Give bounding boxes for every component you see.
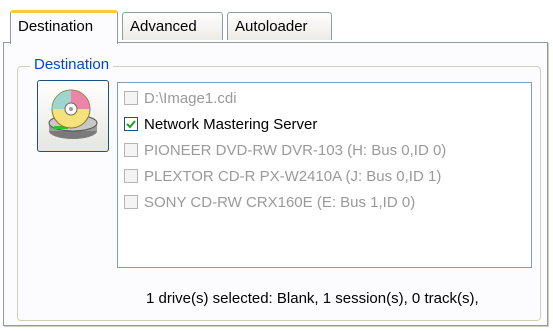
checkbox-checked[interactable] bbox=[124, 117, 138, 131]
checkbox[interactable] bbox=[124, 195, 138, 209]
checkbox[interactable] bbox=[124, 143, 138, 157]
destination-item-network-server[interactable]: Network Mastering Server bbox=[124, 114, 317, 134]
drive-select-button[interactable] bbox=[37, 80, 109, 152]
destination-item-image[interactable]: D:\Image1.cdi bbox=[124, 88, 237, 108]
checkmark-icon bbox=[126, 120, 136, 129]
disc-drive-icon bbox=[48, 89, 98, 139]
destination-label: PLEXTOR CD-R PX-W2410A (J: Bus 0,ID 1) bbox=[144, 167, 442, 185]
checkbox[interactable] bbox=[124, 169, 138, 183]
destination-label: D:\Image1.cdi bbox=[144, 89, 237, 107]
tab-destination[interactable]: Destination bbox=[10, 10, 118, 44]
destination-list[interactable]: D:\Image1.cdi Network Mastering Server P… bbox=[117, 82, 532, 268]
destination-item-pioneer[interactable]: PIONEER DVD-RW DVR-103 (H: Bus 0,ID 0) bbox=[124, 140, 446, 160]
tab-advanced[interactable]: Advanced bbox=[122, 12, 223, 40]
destination-item-sony[interactable]: SONY CD-RW CRX160E (E: Bus 1,ID 0) bbox=[124, 192, 415, 212]
tab-autoloader[interactable]: Autoloader bbox=[227, 12, 332, 40]
selection-status-text: 1 drive(s) selected: Blank, 1 session(s)… bbox=[146, 290, 479, 307]
destination-item-plextor[interactable]: PLEXTOR CD-R PX-W2410A (J: Bus 0,ID 1) bbox=[124, 166, 441, 186]
destination-label: Network Mastering Server bbox=[144, 115, 318, 133]
checkbox[interactable] bbox=[124, 91, 138, 105]
destination-label: PIONEER DVD-RW DVR-103 (H: Bus 0,ID 0) bbox=[144, 141, 447, 159]
destination-label: SONY CD-RW CRX160E (E: Bus 1,ID 0) bbox=[144, 193, 416, 211]
destination-group-legend: Destination bbox=[30, 56, 114, 73]
